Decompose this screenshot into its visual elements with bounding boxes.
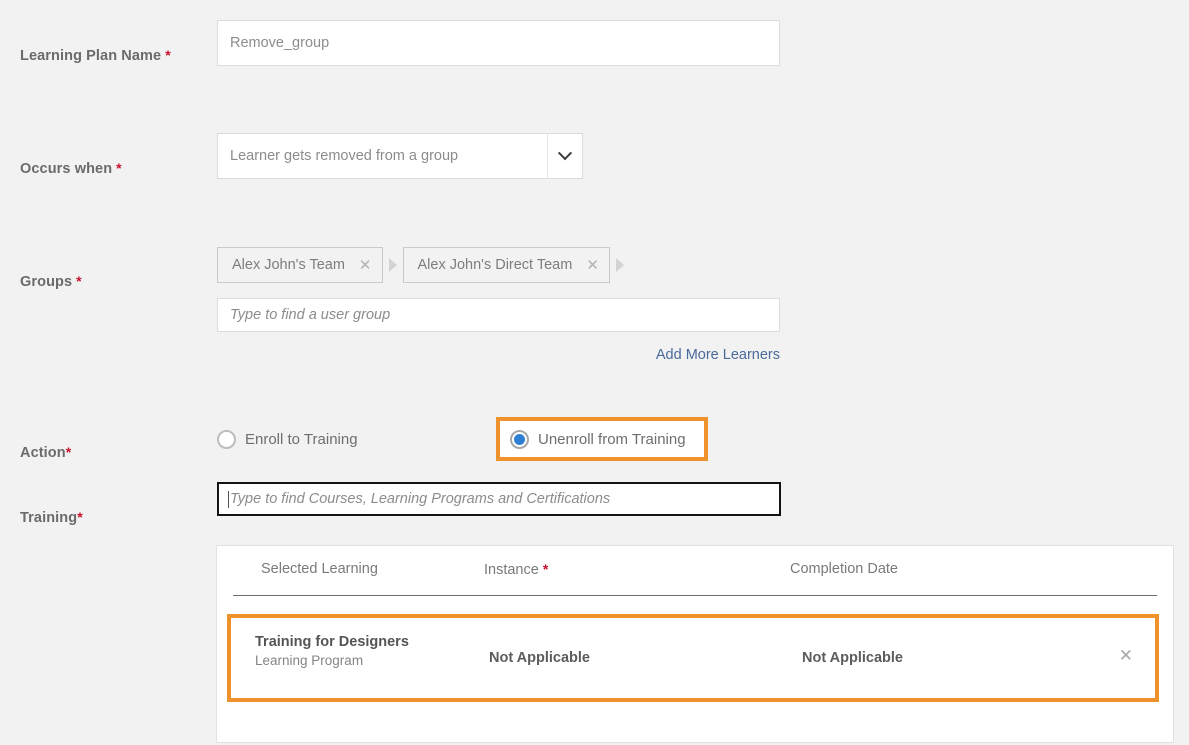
required-asterisk: * (66, 444, 72, 460)
groups-chip-list: Alex John's Team ✕ Alex John's Direct Te… (217, 247, 630, 283)
action-label-text: Action (20, 445, 66, 461)
occurs-when-select[interactable]: Learner gets removed from a group (217, 133, 583, 179)
radio-circle-selected-icon (510, 430, 529, 449)
learning-plan-name-label-text: Learning Plan Name (20, 48, 161, 64)
group-search-input[interactable]: Type to find a user group (217, 298, 780, 332)
close-icon[interactable]: ✕ (1119, 647, 1133, 664)
learning-plan-name-label: Learning Plan Name* (20, 47, 171, 64)
chip-separator-arrow-icon (616, 258, 624, 272)
radio-unenroll-from-training[interactable]: Unenroll from Training (496, 417, 708, 461)
training-label-text: Training (20, 510, 77, 526)
radio-enroll-label: Enroll to Training (245, 431, 358, 448)
selected-learning-table: Selected Learning Instance* Completion D… (216, 545, 1174, 743)
occurs-when-selected-value: Learner gets removed from a group (218, 134, 547, 178)
radio-circle-unselected-icon (217, 430, 236, 449)
add-more-learners-link[interactable]: Add More Learners (649, 347, 780, 363)
group-chip[interactable]: Alex John's Direct Team ✕ (403, 247, 610, 283)
group-search-placeholder: Type to find a user group (230, 307, 390, 323)
cell-completion-date: Not Applicable (802, 650, 903, 666)
close-icon[interactable]: ✕ (359, 258, 372, 273)
action-label: Action* (20, 444, 71, 461)
training-search-placeholder: Type to find Courses, Learning Programs … (230, 491, 610, 507)
column-header-completion-date: Completion Date (790, 561, 898, 577)
cell-instance: Not Applicable (489, 650, 590, 666)
cell-selected-learning: Training for Designers Learning Program (255, 634, 409, 668)
column-header-instance: Instance* (484, 561, 548, 578)
required-asterisk: * (543, 561, 548, 577)
chevron-down-icon[interactable] (547, 134, 582, 178)
close-icon[interactable]: ✕ (586, 258, 599, 273)
radio-unenroll-label: Unenroll from Training (538, 431, 686, 448)
radio-enroll-to-training[interactable]: Enroll to Training (217, 424, 358, 454)
required-asterisk: * (77, 509, 83, 525)
learning-plan-name-value: Remove_group (230, 35, 329, 51)
group-chip-label: Alex John's Team (232, 257, 345, 273)
learning-type: Learning Program (255, 653, 409, 668)
column-header-selected-learning: Selected Learning (261, 561, 378, 577)
groups-label-text: Groups (20, 274, 72, 290)
column-header-instance-text: Instance (484, 562, 539, 578)
table-header-row: Selected Learning Instance* Completion D… (233, 546, 1157, 596)
groups-label: Groups* (20, 273, 82, 290)
occurs-when-label: Occurs when* (20, 160, 122, 177)
table-row[interactable]: Training for Designers Learning Program … (227, 614, 1159, 702)
text-caret (228, 491, 229, 508)
training-label: Training* (20, 509, 83, 526)
learning-plan-name-input[interactable]: Remove_group (217, 20, 780, 66)
learning-title: Training for Designers (255, 634, 409, 650)
required-asterisk: * (116, 160, 122, 176)
group-chip-label: Alex John's Direct Team (418, 257, 573, 273)
chip-separator-arrow-icon (389, 258, 397, 272)
required-asterisk: * (76, 273, 82, 289)
group-chip[interactable]: Alex John's Team ✕ (217, 247, 383, 283)
training-search-input[interactable]: Type to find Courses, Learning Programs … (217, 482, 781, 516)
occurs-when-label-text: Occurs when (20, 161, 112, 177)
required-asterisk: * (165, 47, 171, 63)
